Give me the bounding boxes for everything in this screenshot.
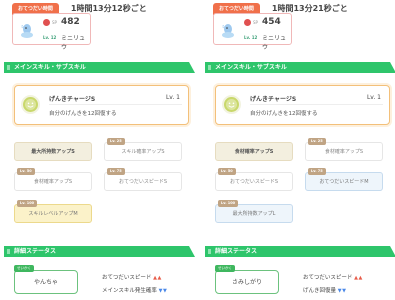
- sub-skill-4[interactable]: Lv. 75 おてつだいスピードS: [104, 168, 182, 191]
- up-arrow-icon: ▲▲: [153, 275, 162, 281]
- energy-face-icon: [222, 95, 241, 114]
- sub-skill-1[interactable]: 食材確率アップS: [215, 142, 293, 161]
- section-header-detail: 詳細ステータス: [205, 246, 395, 257]
- divider: [250, 104, 383, 105]
- sub-skill-2[interactable]: Lv. 25 食材確率アップS: [305, 138, 383, 161]
- pokemon-card[interactable]: SP 482 Lv. 12 ミニリュウ: [12, 13, 91, 51]
- main-skill-card[interactable]: げんきチャージS Lv. 1 自分のげんきを12回復する: [215, 85, 390, 125]
- pokemon-level: Lv. 12: [43, 35, 57, 40]
- dratini-sprite-icon: [222, 24, 234, 38]
- sp-label: SP: [253, 20, 258, 25]
- nature-card[interactable]: せいかく さみしがり: [215, 265, 279, 294]
- nature-name: さみしがり: [231, 279, 262, 286]
- nature-effect-down: げんき回復量 ▼▼: [303, 288, 347, 294]
- sub-skill-level-badge: Lv. 75: [308, 168, 326, 175]
- nature-tag: せいかく: [14, 265, 34, 272]
- sub-skill-2[interactable]: Lv. 25 スキル確率アップS: [104, 138, 182, 161]
- sub-skill-4[interactable]: Lv. 75 おてつだいスピードM: [305, 168, 383, 191]
- energy-face-icon: [21, 95, 40, 114]
- sub-skill-level-badge: Lv. 100: [218, 200, 239, 207]
- main-skill-description: 自分のげんきを12回復する: [49, 111, 117, 117]
- section-header-detail: 詳細ステータス: [4, 246, 195, 257]
- sub-skill-level-badge: Lv. 50: [17, 168, 35, 175]
- nature-tag: せいかく: [215, 265, 235, 272]
- pokemon-name: ミニリュウ: [262, 35, 287, 51]
- sub-skill-level-badge: Lv. 25: [308, 138, 326, 145]
- down-arrow-icon: ▼▼: [337, 288, 347, 294]
- down-arrow-icon: ▼▼: [158, 288, 168, 294]
- pokemon-detail-panel-left: おてつだい時間 1時間13分12秒ごと SP 482 Lv. 12 ミニリュウ …: [4, 0, 195, 300]
- dratini-sprite-icon: [21, 24, 33, 38]
- main-skill-level: Lv. 1: [165, 94, 180, 101]
- sub-skill-level-badge: Lv. 50: [218, 168, 236, 175]
- main-skill-name: げんきチャージS: [250, 96, 297, 103]
- nature-card[interactable]: せいかく やんちゃ: [14, 265, 78, 294]
- nature-effect-up: おてつだいスピード ▲▲: [102, 275, 162, 281]
- sub-skill-5[interactable]: Lv. 100 スキルレベルアップM: [14, 200, 92, 223]
- nature-name: やんちゃ: [33, 279, 58, 286]
- main-skill-level: Lv. 1: [366, 94, 381, 101]
- sp-ball-icon: [244, 19, 251, 26]
- nature-effect-down: メインスキル発生確率 ▼▼: [102, 288, 168, 294]
- section-header-skills: メインスキル・サブスキル: [4, 62, 195, 73]
- section-header-skills: メインスキル・サブスキル: [205, 62, 395, 73]
- main-skill-card[interactable]: げんきチャージS Lv. 1 自分のげんきを12回復する: [14, 85, 189, 125]
- sub-skill-level-badge: Lv. 75: [107, 168, 125, 175]
- sub-skill-5[interactable]: Lv. 100 最大所持数アップL: [215, 200, 293, 223]
- divider: [49, 104, 182, 105]
- nature-effect-up: おてつだいスピード ▲▲: [303, 275, 363, 281]
- main-skill-name: げんきチャージS: [49, 96, 96, 103]
- sub-skill-3[interactable]: Lv. 50 食材確率アップS: [14, 168, 92, 191]
- sp-value: 454: [262, 17, 281, 27]
- sp-label: SP: [52, 20, 57, 25]
- sp-value: 482: [61, 17, 80, 27]
- sp-ball-icon: [43, 19, 50, 26]
- pokemon-level: Lv. 12: [244, 35, 258, 40]
- up-arrow-icon: ▲▲: [354, 275, 363, 281]
- sub-skill-3[interactable]: Lv. 50 おてつだいスピードS: [215, 168, 293, 191]
- sub-skill-level-badge: Lv. 25: [107, 138, 125, 145]
- sub-skill-level-badge: Lv. 100: [17, 200, 38, 207]
- pokemon-card[interactable]: SP 454 Lv. 12 ミニリュウ: [213, 13, 292, 51]
- main-skill-description: 自分のげんきを12回復する: [250, 111, 318, 117]
- sub-skill-1[interactable]: 最大所持数アップS: [14, 142, 92, 161]
- pokemon-name: ミニリュウ: [61, 35, 86, 51]
- pokemon-detail-panel-right: おてつだい時間 1時間13分21秒ごと SP 454 Lv. 12 ミニリュウ …: [205, 0, 395, 300]
